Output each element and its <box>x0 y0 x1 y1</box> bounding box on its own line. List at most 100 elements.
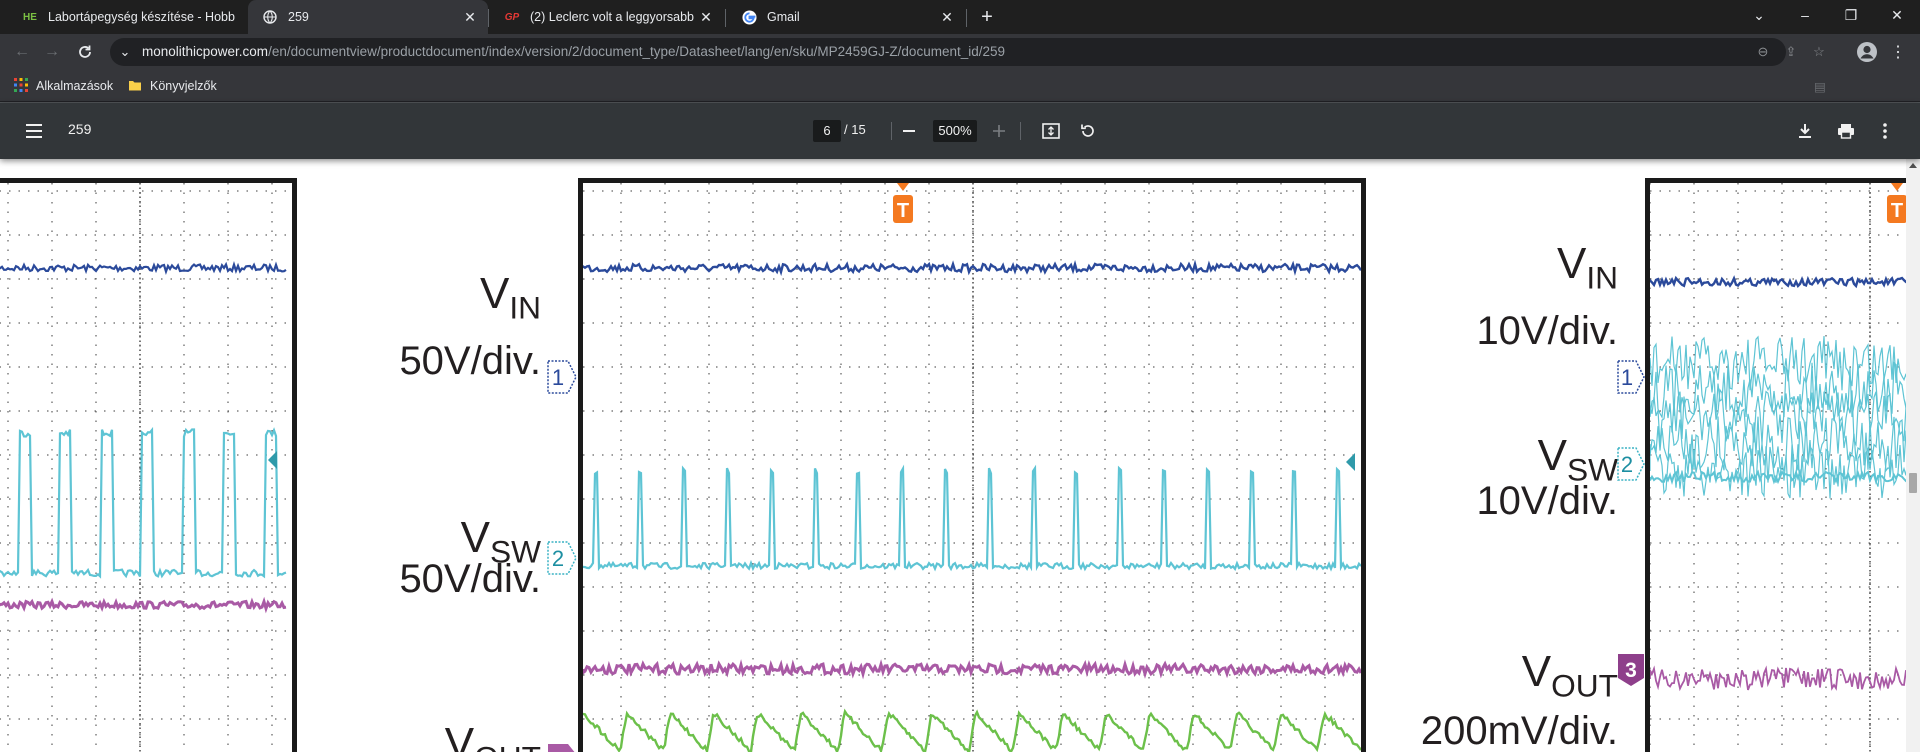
tab-separator <box>725 9 726 27</box>
vsw-trace <box>0 426 287 579</box>
vsw-scale-label-right: 10V/div. <box>1476 479 1618 523</box>
pdf-toolbar: 259 6 / 15 500% <box>0 103 1920 159</box>
vout-scale-label-right: 200mV/div. <box>1420 709 1618 752</box>
vin-scale-label: 50V/div. <box>399 339 541 383</box>
zoom-icon[interactable]: ⊖ <box>1754 44 1772 60</box>
vin-trace <box>0 260 287 275</box>
minimize-button[interactable]: – <box>1782 0 1828 30</box>
scope-middle <box>578 178 1366 752</box>
close-window-button[interactable]: ✕ <box>1874 0 1920 30</box>
vin-trace <box>583 259 1361 277</box>
vout-trace <box>0 596 287 614</box>
channel-3-number: 3 <box>1625 659 1637 682</box>
apps-grid-icon <box>14 77 28 95</box>
trigger-letter: T <box>897 200 909 222</box>
toolbar-divider <box>891 122 892 140</box>
zoom-in-icon[interactable] <box>988 121 1010 141</box>
address-bar[interactable]: ⌄ monolithicpower.com/en/documentview/pr… <box>110 38 1825 66</box>
channel-2-level-arrow <box>1346 453 1355 471</box>
tab-title: 259 <box>288 10 309 24</box>
tab-title: (2) Leclerc volt a leggyorsabb az <box>530 10 694 24</box>
tab-separator <box>488 9 489 27</box>
vin-label: VIN <box>479 269 541 326</box>
globe-icon <box>262 9 278 25</box>
bookmarks-bar: Alkalmazások Könyvjelzők ▤ <box>0 70 1920 102</box>
vout-label-right: VOUT <box>1521 647 1618 704</box>
bookmark-apps[interactable]: Alkalmazások <box>14 77 113 95</box>
reload-button[interactable] <box>73 40 97 64</box>
share-icon[interactable]: ⇪ <box>1782 44 1800 60</box>
download-icon[interactable] <box>1794 121 1816 141</box>
gp-favicon-icon: GP <box>504 11 520 23</box>
channel-1-number: 1 <box>1621 365 1633 390</box>
he-favicon-icon: HE <box>23 11 37 23</box>
page-total: / 15 <box>844 122 866 137</box>
tab-gmail[interactable]: Gmail ✕ <box>727 0 965 34</box>
more-options-icon[interactable] <box>1874 121 1896 141</box>
tab-title: Gmail <box>767 10 800 24</box>
scope-right-partial <box>1645 178 1906 752</box>
google-icon <box>741 9 757 25</box>
tab-strip: HE Labortápegység készítése - Hobb 259 ✕… <box>0 0 1920 34</box>
bookmark-label: Alkalmazások <box>36 79 114 93</box>
tab-leclerc[interactable]: GP (2) Leclerc volt a leggyorsabb az ✕ <box>490 0 724 34</box>
toolbar-divider <box>1020 122 1021 140</box>
channel-1-marker-right: 1 <box>1617 360 1645 399</box>
page-scrollbar[interactable] <box>1906 159 1920 752</box>
pdf-page: VIN 50V/div. VSW 50V/div. VOUT 1 2 T VIN… <box>0 159 1906 752</box>
scope-trace-area <box>583 183 1361 752</box>
page-number-input[interactable]: 6 <box>813 120 841 142</box>
new-tab-button[interactable]: + <box>975 5 999 29</box>
bookmark-star-icon[interactable]: ☆ <box>1810 44 1828 60</box>
site-info-icon[interactable]: ⌄ <box>116 44 134 60</box>
vin-subscript: IN <box>509 289 541 326</box>
reading-list-icon[interactable]: ▤ <box>1814 77 1826 95</box>
fit-page-icon[interactable] <box>1040 121 1062 141</box>
channel-2-number: 2 <box>552 546 564 571</box>
forward-button[interactable]: → <box>40 40 64 64</box>
channel-1-marker: 1 <box>547 360 577 399</box>
channel-2-level-arrow <box>268 451 277 469</box>
back-button[interactable]: ← <box>10 40 34 64</box>
vout-label: VOUT <box>445 719 541 752</box>
scope-trace-area <box>1650 183 1906 752</box>
restore-button[interactable]: ❐ <box>1828 0 1874 30</box>
vsw-scale-label: 50V/div. <box>399 557 541 601</box>
close-tab-icon[interactable]: ✕ <box>694 5 718 29</box>
close-tab-icon[interactable]: ✕ <box>935 5 959 29</box>
channel-3-marker-partial <box>547 742 577 752</box>
channel-2-number: 2 <box>1621 452 1633 477</box>
channel-2-marker-right: 2 <box>1617 447 1645 486</box>
bookmark-konyvjelzok[interactable]: Könyvjelzők <box>128 77 217 95</box>
profile-avatar-icon[interactable] <box>1855 40 1879 64</box>
tab-259[interactable]: 259 ✕ <box>248 0 488 34</box>
vout-subscript: OUT <box>474 739 541 752</box>
url-path: /en/documentview/productdocument/index/v… <box>268 44 1005 59</box>
scroll-thumb[interactable] <box>1909 473 1917 493</box>
trigger-marker-right: T <box>1884 183 1906 230</box>
print-icon[interactable] <box>1835 121 1857 141</box>
zoom-level-input[interactable]: 500% <box>933 120 977 142</box>
trigger-letter: T <box>1891 200 1903 222</box>
channel-1-number: 1 <box>552 365 564 390</box>
vin-scale-label-right: 10V/div. <box>1476 309 1618 353</box>
close-tab-icon[interactable]: ✕ <box>458 5 482 29</box>
browser-menu-icon[interactable]: ⋮ <box>1886 40 1910 64</box>
tab-search-icon[interactable]: ⌄ <box>1736 0 1782 30</box>
scope-trace-area <box>0 183 287 752</box>
url-text[interactable]: monolithicpower.com/en/documentview/prod… <box>142 38 1005 66</box>
scope-left-partial <box>0 178 297 752</box>
pdf-title: 259 <box>68 121 92 137</box>
menu-icon[interactable] <box>23 121 45 141</box>
rotate-icon[interactable] <box>1077 121 1099 141</box>
vsw-trace-band <box>1650 388 1906 447</box>
vin-subscript: IN <box>1586 259 1618 296</box>
trigger-marker: T <box>890 183 916 230</box>
scroll-up-arrow-icon[interactable] <box>1909 163 1917 168</box>
tab-title: Labortápegység készítése - Hobb <box>48 10 235 24</box>
vout-subscript: OUT <box>1551 667 1618 704</box>
tab-labortapegyseg[interactable]: HE Labortápegység készítése - Hobb <box>8 0 248 34</box>
url-host: monolithicpower.com <box>142 44 269 59</box>
zoom-out-icon[interactable] <box>898 121 920 141</box>
vin-trace <box>1650 275 1906 289</box>
